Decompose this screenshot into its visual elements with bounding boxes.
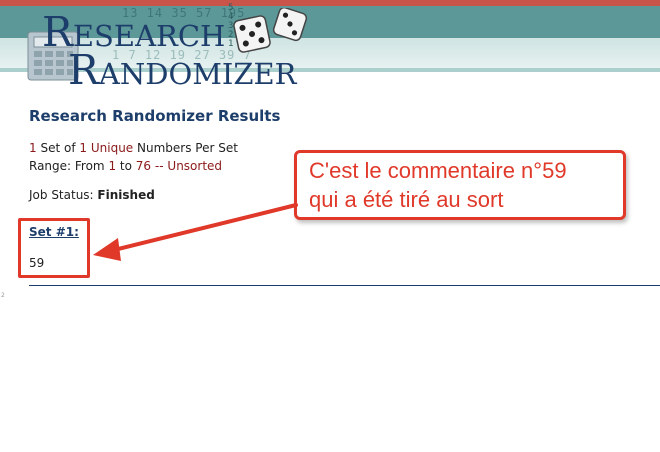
range-label: Range: From bbox=[29, 159, 105, 173]
range-from: 1 bbox=[108, 159, 117, 173]
results-divider bbox=[29, 285, 660, 286]
job-status-label: Job Status: bbox=[29, 188, 94, 202]
job-status: Job Status: Finished bbox=[29, 188, 155, 202]
unique-count: 1 bbox=[79, 141, 88, 155]
unique-label: Unique bbox=[90, 141, 134, 155]
job-status-value: Finished bbox=[97, 188, 155, 202]
set-of-label: Set of bbox=[40, 141, 76, 155]
set-count: 1 bbox=[29, 141, 37, 155]
range-to: 76 bbox=[135, 159, 152, 173]
range-line: Range: From 1 to 76 -- Unsorted bbox=[29, 157, 238, 175]
dice-icon bbox=[233, 8, 308, 53]
range-separator: -- bbox=[154, 159, 164, 173]
sets-summary-line: 1 Set of 1 Unique Numbers Per Set bbox=[29, 139, 238, 157]
annotation-line-2: qui a été tiré au sort bbox=[309, 187, 504, 212]
annotation-highlight-box bbox=[18, 218, 90, 278]
sort-mode: Unsorted bbox=[167, 159, 223, 173]
range-to-label: to bbox=[119, 159, 132, 173]
page-title: Research Randomizer Results bbox=[29, 107, 281, 125]
annotation-callout-text: C'est le commentaire n°59 qui a été tiré… bbox=[309, 156, 567, 214]
results-summary: 1 Set of 1 Unique Numbers Per Set Range:… bbox=[29, 139, 238, 175]
annotation-line-1: C'est le commentaire n°59 bbox=[309, 158, 567, 183]
margin-mark: 2 bbox=[1, 292, 5, 299]
annotation-callout: C'est le commentaire n°59 qui a été tiré… bbox=[294, 150, 626, 220]
research-randomizer-logo[interactable]: Research Randomizer bbox=[26, 6, 308, 94]
per-set-label: Numbers Per Set bbox=[137, 141, 238, 155]
